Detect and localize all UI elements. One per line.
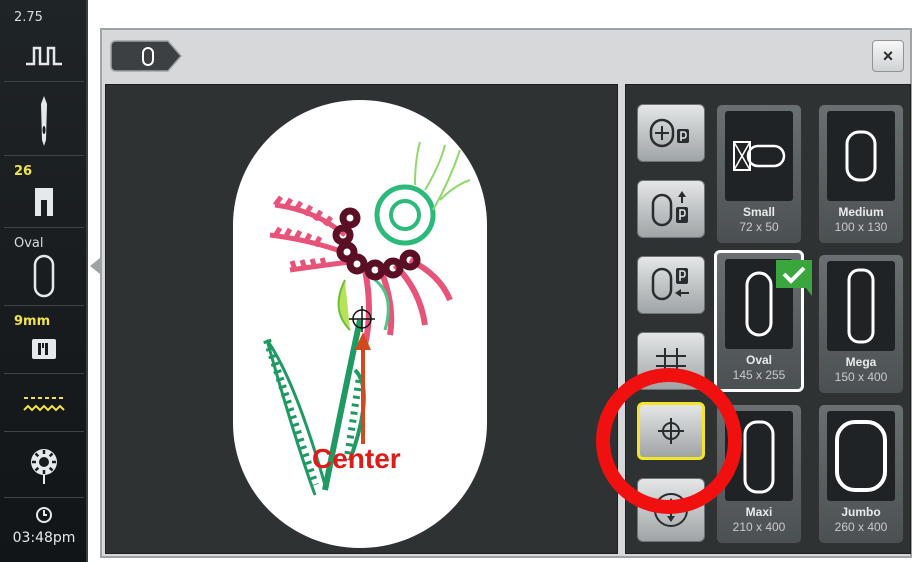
hoop-indicator-label: Oval — [14, 236, 44, 251]
hoop-tile-jumbo[interactable]: Jumbo 260 x 400 — [818, 404, 904, 544]
stitch-length-value: 9mm — [14, 314, 51, 329]
hoop-size: 145 x 255 — [732, 368, 786, 382]
close-button[interactable]: × — [872, 40, 904, 72]
hoop-tab[interactable] — [110, 40, 182, 72]
move-left-park-icon — [651, 267, 689, 301]
hoop-name: Small — [742, 205, 775, 219]
hoop-small-icon — [725, 111, 793, 201]
highlight-circle-annotation — [596, 368, 742, 514]
presser-foot-pressure-icon — [4, 44, 84, 70]
hoop-size: 72 x 50 — [739, 220, 779, 234]
move-left-park-button[interactable] — [637, 256, 705, 314]
hoop-tile-mega[interactable]: Mega 150 x 400 — [818, 254, 904, 394]
hoop-name: Oval — [745, 353, 772, 367]
clock-time: 03:48pm — [12, 530, 76, 546]
hoop-size: 260 x 400 — [834, 520, 888, 534]
needle-icon — [4, 94, 84, 148]
center-annotation-label: Center — [312, 443, 401, 474]
status-sidebar: 2.75 26 Oval 9mm 03:48pm — [0, 0, 88, 562]
hoop-name: Jumbo — [841, 505, 881, 519]
presser-foot-icon — [4, 186, 84, 218]
stitch-plate-indicator[interactable]: 9mm — [4, 308, 84, 374]
stitch-plate-icon — [4, 338, 84, 360]
hoop-size: 100 x 130 — [834, 220, 888, 234]
clock-icon — [4, 506, 84, 524]
hoop-mega-icon — [827, 261, 895, 351]
clock-indicator: 03:48pm — [4, 500, 84, 558]
bobbin-indicator[interactable] — [4, 434, 84, 498]
center-annotation-arrow — [355, 332, 371, 444]
stitch-width-value: 2.75 — [14, 10, 43, 25]
selected-check-icon — [776, 260, 812, 296]
move-to-park-position-button[interactable] — [637, 104, 705, 162]
feed-dog-indicator[interactable] — [4, 376, 84, 432]
stitch-width-indicator[interactable]: 2.75 — [4, 4, 84, 82]
hoop-tile-medium[interactable]: Medium 100 x 130 — [818, 104, 904, 244]
needle-indicator[interactable] — [4, 84, 84, 156]
hoop-jumbo-icon — [827, 411, 895, 501]
thread-tension-value: 26 — [14, 164, 33, 179]
move-up-park-button[interactable] — [637, 180, 705, 238]
hoop-name: Mega — [845, 355, 877, 369]
hoop-oval-icon — [4, 254, 84, 298]
sidebar-collapse-handle[interactable] — [90, 258, 100, 274]
hoop-size: 150 x 400 — [834, 370, 888, 384]
hoop-medium-icon — [827, 111, 895, 201]
move-to-park-icon — [649, 118, 689, 148]
hoop-indicator[interactable]: Oval — [4, 230, 84, 306]
center-crosshair-marker — [349, 306, 375, 332]
hoop-name: Medium — [838, 205, 884, 219]
zigzag-feed-icon — [4, 394, 84, 416]
move-up-park-icon — [651, 191, 688, 227]
thread-tension-indicator[interactable]: 26 — [4, 158, 84, 228]
hoop-tile-small[interactable]: Small 72 x 50 — [716, 104, 802, 244]
hoop-name: Maxi — [745, 505, 773, 519]
hoop-size: 210 x 400 — [732, 520, 786, 534]
bobbin-icon — [4, 446, 84, 486]
